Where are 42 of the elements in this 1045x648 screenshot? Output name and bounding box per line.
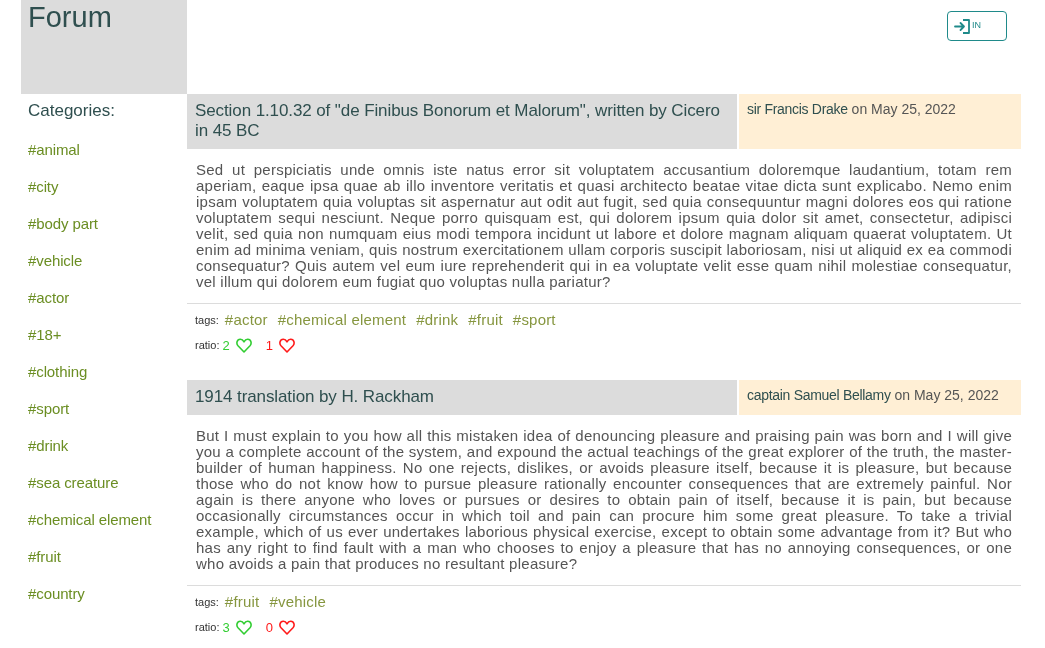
category-link[interactable]: #actor [28,289,70,306]
post-body: But I must explain to you how all this mistaken idea of denouncing pleasure and praising pain was born and I will give you a complete account of the system, and expound the actual teachings of the great explorer of the truth, the master-builder of human happiness. No one rejects, dislikes, or avoids pleasure itself, because it is pleasure, but because those who do not know how to pursue pleasure rationally encounter consequences that are extremely painful. Nor again is there anyone who loves or pursues or desires to obtain pain of itself, because it is pain, but because occasionally circumstances occur in which toil and pain can procure him some great pleasure. To take a trivial example, which of us ever undertakes laborious physical exercise, except to obtain some advantage from it? But who has any right to find fault with a man who chooses to enjoy a pleasure that has no annoying consequences, or one who avoids a pain that produces no resultant pleasure? [195,426,1013,572]
post-author-info: sir Francis Drake on May 25, 2022 [739,94,1021,149]
category-link[interactable]: #sea creature [28,474,119,491]
category-link[interactable]: #chemical element [28,511,152,528]
category-link[interactable]: #clothing [28,363,88,380]
category-link[interactable]: #animal [28,141,80,158]
login-button[interactable]: IN [947,11,1007,41]
tag-link[interactable]: #fruit [468,309,503,332]
site-title: Forum [28,0,112,34]
dislike-count: 0 [265,618,273,637]
heart-icon[interactable] [278,338,295,353]
tags-label: tags: [195,313,219,329]
tag-link[interactable]: #vehicle [269,591,327,614]
tags-label: tags: [195,595,219,611]
tag-link[interactable]: #sport [512,309,556,332]
tag-link[interactable]: #fruit [224,591,260,614]
category-link[interactable]: #sport [28,400,70,417]
ratio-label: ratio: [195,338,220,354]
category-link[interactable]: #fruit [28,548,61,565]
like-count: 2 [222,336,230,355]
ratio-label: ratio: [195,620,220,636]
post-title: 1914 translation by H. Rackham [187,380,737,415]
categories-heading: Categories: [28,101,115,121]
category-link[interactable]: #city [28,178,59,195]
tag-link[interactable]: #chemical element [277,309,407,332]
login-icon [954,18,971,34]
post-author-info: captain Samuel Bellamy on May 25, 2022 [739,380,1021,415]
heart-icon[interactable] [235,338,252,353]
dislike-count: 1 [265,336,273,355]
like-count: 3 [222,618,230,637]
heart-icon[interactable] [278,620,295,635]
category-link[interactable]: #body part [28,215,98,232]
post-body: Sed ut perspiciatis unde omnis iste natus error sit voluptatem accusantium doloremque laudantium, totam rem aperiam, eaque ipsa quae ab illo inventore veritatis et quasi architecto beatae vitae dicta sunt explicabo. Nemo enim ipsam voluptatem quia voluptas sit aspernatur aut odit aut fugit, sed quia consequuntur magni dolores eos qui ratione voluptatem sequi nesciunt. Neque porro quisquam est, qui dolorem ipsum quia dolor sit amet, consectetur, adipisci velit, sed quia non numquam eius modi tempora incidunt ut labore et dolore magnam aliquam quaerat voluptatem. Ut enim ad minima veniam, quis nostrum exercitationem ullam corporis suscipit laboriosam, nisi ut aliquid ex ea commodi consequatur? Quis autem vel eum iure reprehenderit qui in ea voluptate velit esse quam nihil molestiae consequatur, vel illum qui dolorem eum fugiat quo voluptas nulla pariatur? [195,160,1013,290]
category-link[interactable]: #vehicle [28,252,83,269]
post-title: Section 1.10.32 of "de Finibus Bonorum et Malorum", written by Cicero in 45 BC [187,94,737,149]
category-link[interactable]: #country [28,585,85,602]
tag-link[interactable]: #drink [416,309,459,332]
tag-link[interactable]: #actor [224,309,268,332]
category-link[interactable]: #18+ [28,326,62,343]
category-link[interactable]: #drink [28,437,69,454]
heart-icon[interactable] [235,620,252,635]
